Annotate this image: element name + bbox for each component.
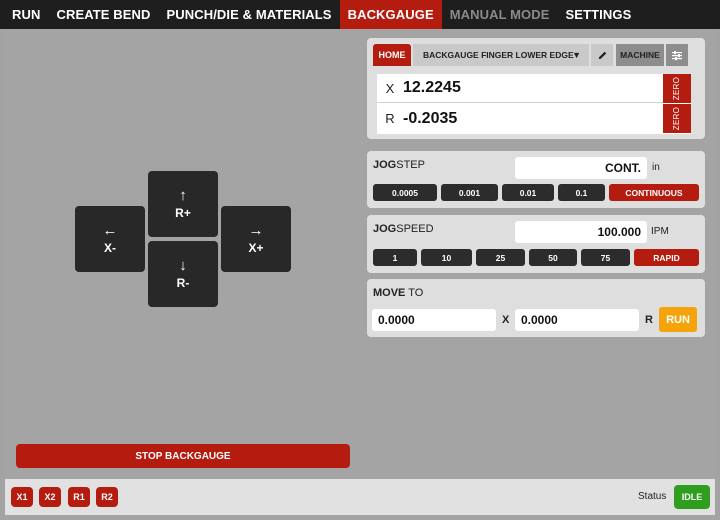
jog-speed-option-0[interactable]: 1: [373, 249, 417, 266]
top-navigation: RUN CREATE BEND PUNCH/DIE & MATERIALS BA…: [0, 0, 720, 29]
jog-r-minus-label: R-: [176, 276, 190, 290]
axis-chip-x2[interactable]: X2: [39, 487, 61, 507]
nav-punch-die-materials[interactable]: PUNCH/DIE & MATERIALS: [159, 0, 340, 29]
nav-backgauge[interactable]: BACKGAUGE: [339, 0, 442, 29]
jog-speed-input[interactable]: 100.000: [515, 221, 647, 243]
axis-chip-r1[interactable]: R1: [68, 487, 90, 507]
jog-speed-title-bold: JOG: [373, 223, 397, 235]
jog-speed-option-3[interactable]: 50: [529, 249, 577, 266]
jog-x-minus-button[interactable]: ← X-: [75, 206, 145, 272]
caret-down-icon: ▼: [572, 50, 581, 60]
move-x-input[interactable]: 0.0000: [372, 309, 496, 331]
home-tab[interactable]: HOME: [373, 44, 411, 66]
jog-speed-unit: IPM: [651, 226, 669, 237]
machine-tab[interactable]: MACHINE: [616, 44, 664, 66]
jog-r-minus-button[interactable]: ↓ R-: [148, 241, 218, 307]
move-x-label: X: [502, 314, 510, 326]
jog-step-title-bold: JOG: [373, 159, 397, 171]
axis-chip-x1[interactable]: X1: [11, 487, 33, 507]
jog-speed-option-2[interactable]: 25: [476, 249, 525, 266]
jog-r-plus-button[interactable]: ↑ R+: [148, 171, 218, 237]
axis-readout-box: X 12.2245 ZERO R -0.2035 ZERO: [377, 74, 691, 134]
reference-select-value: BACKGAUGE FINGER LOWER EDGE: [423, 50, 574, 60]
move-run-button[interactable]: RUN: [659, 307, 697, 332]
nav-manual-mode[interactable]: MANUAL MODE: [442, 0, 558, 29]
sliders-icon: [672, 50, 682, 60]
arrow-up-icon: ↑: [179, 187, 187, 204]
zero-x-label: ZERO: [672, 76, 682, 101]
jog-speed-option-1[interactable]: 10: [421, 249, 472, 266]
position-panel: HOME BACKGAUGE FINGER LOWER EDGE ▼ MACHI…: [367, 38, 705, 139]
axis-r-name: R: [385, 111, 395, 126]
status-badge: IDLE: [674, 485, 710, 509]
arrow-down-icon: ↓: [179, 257, 187, 274]
move-r-label: R: [645, 314, 653, 326]
axis-row-r: R -0.2035 ZERO: [377, 104, 691, 133]
nav-create-bend[interactable]: CREATE BEND: [48, 0, 158, 29]
position-tab-row: HOME BACKGAUGE FINGER LOWER EDGE ▼ MACHI…: [373, 44, 688, 66]
axis-chip-r2[interactable]: R2: [96, 487, 118, 507]
reference-select[interactable]: BACKGAUGE FINGER LOWER EDGE ▼: [413, 44, 589, 66]
move-to-title: MOVE TO: [373, 287, 423, 299]
arrow-right-icon: →: [248, 222, 264, 239]
pencil-icon: [598, 51, 606, 59]
jog-step-input[interactable]: CONT.: [515, 157, 647, 179]
zero-x-button[interactable]: ZERO: [663, 74, 691, 103]
move-to-title-bold: MOVE: [373, 287, 406, 299]
arrow-left-icon: ←: [102, 222, 118, 239]
jog-speed-panel: JOGSPEED 100.000 IPM 1 10 25 50 75 RAPID: [367, 215, 705, 273]
main-area: ↑ R+ ← X- → X+ ↓ R- STOP BACKGAUGE HOME …: [5, 29, 715, 479]
nav-settings[interactable]: SETTINGS: [558, 0, 640, 29]
bottom-status-bar: X1 X2 R1 R2 Status IDLE: [5, 479, 715, 515]
jog-step-option-2[interactable]: 0.01: [502, 184, 554, 201]
move-to-panel: MOVE TO 0.0000 X 0.0000 R RUN: [367, 279, 705, 337]
status-label: Status: [638, 491, 667, 502]
jog-r-plus-label: R+: [175, 206, 191, 220]
jog-step-panel: JOGSTEP CONT. in 0.0005 0.001 0.01 0.1 C…: [367, 151, 705, 208]
axis-r-value: -0.2035: [403, 109, 458, 127]
jog-step-unit: in: [652, 162, 660, 173]
edit-pencil-button[interactable]: [591, 44, 613, 66]
zero-r-button[interactable]: ZERO: [663, 104, 691, 133]
jog-speed-title: JOGSPEED: [373, 223, 434, 235]
jog-speed-option-4[interactable]: 75: [581, 249, 630, 266]
jog-x-plus-button[interactable]: → X+: [221, 206, 291, 272]
nav-run[interactable]: RUN: [0, 0, 48, 29]
move-to-title-rest: TO: [405, 287, 424, 299]
zero-r-label: ZERO: [672, 106, 682, 131]
jog-x-plus-label: X+: [248, 241, 264, 255]
jog-x-minus-label: X-: [104, 241, 116, 255]
jog-step-title-rest: STEP: [396, 159, 425, 171]
jog-step-option-3[interactable]: 0.1: [558, 184, 605, 201]
axis-row-x: X 12.2245 ZERO: [377, 74, 691, 103]
stop-backgauge-button[interactable]: STOP BACKGAUGE: [16, 444, 350, 468]
jog-step-option-0[interactable]: 0.0005: [373, 184, 437, 201]
move-r-input[interactable]: 0.0000: [515, 309, 639, 331]
axis-x-value: 12.2245: [403, 79, 461, 96]
jog-speed-option-rapid[interactable]: RAPID: [634, 249, 699, 266]
jog-step-option-1[interactable]: 0.001: [441, 184, 498, 201]
jog-step-option-continuous[interactable]: CONTINUOUS: [609, 184, 699, 201]
position-settings-button[interactable]: [666, 44, 688, 66]
jog-speed-title-rest: SPEED: [396, 223, 434, 235]
jog-step-title: JOGSTEP: [373, 159, 425, 171]
axis-x-name: X: [385, 80, 395, 96]
